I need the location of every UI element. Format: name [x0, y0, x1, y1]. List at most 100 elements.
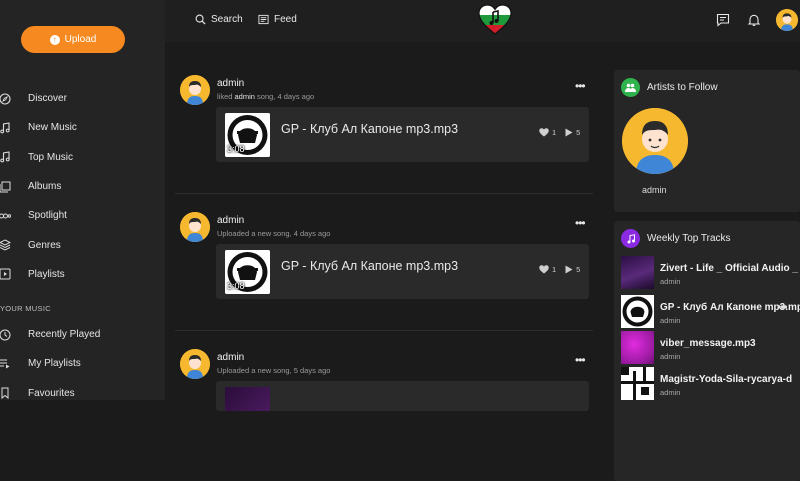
- music-note-icon: [621, 229, 640, 248]
- search-button[interactable]: Search: [195, 14, 243, 25]
- avatar-face-icon: [776, 9, 798, 31]
- track-title[interactable]: Zivert - Life _ Official Audio _: [660, 263, 798, 274]
- nav-discover[interactable]: Discover: [0, 84, 165, 113]
- artist-name[interactable]: admin: [642, 185, 667, 195]
- artist-avatar[interactable]: [622, 108, 688, 174]
- post-meta: liked admin song, 4 days ago: [217, 92, 314, 101]
- meta-text: song, 4 days ago: [254, 92, 315, 101]
- artists-panel: Artists to Follow admin: [614, 70, 800, 212]
- compass-icon: [0, 93, 28, 105]
- panel-header: Weekly Top Tracks: [621, 229, 731, 248]
- upload-icon: ↑: [49, 34, 60, 45]
- nav-label: My Playlists: [28, 358, 81, 370]
- more-options-icon[interactable]: •••: [777, 300, 788, 314]
- more-options-icon[interactable]: •••: [575, 216, 586, 230]
- nav-label: Albums: [28, 181, 62, 193]
- logo-heart-icon[interactable]: [478, 4, 512, 36]
- song-card[interactable]: [216, 381, 589, 411]
- track-thumbnail: [621, 367, 654, 400]
- playlist-add-icon: [0, 358, 28, 370]
- my-music-nav: Recently Played My Playlists Favourites: [0, 320, 165, 408]
- nav-new-music[interactable]: New Music: [0, 113, 165, 142]
- nav-playlists[interactable]: Playlists: [0, 260, 165, 289]
- nav-spotlight[interactable]: Spotlight: [0, 201, 165, 230]
- nav-label: Discover: [28, 93, 67, 105]
- song-stats: 1 5: [539, 128, 580, 137]
- post-username[interactable]: admin: [217, 352, 244, 363]
- bell-icon[interactable]: [747, 13, 761, 27]
- avatar[interactable]: [180, 212, 210, 242]
- nav-label: Recently Played: [28, 329, 101, 341]
- play-icon[interactable]: [565, 265, 573, 274]
- post-meta: Uploaded a new song, 4 days ago: [217, 229, 331, 238]
- user-avatar[interactable]: [776, 9, 798, 31]
- bookmark-icon: [0, 387, 28, 400]
- song-title[interactable]: GP - Клуб Ал Капоне mp3.mp3: [281, 259, 458, 273]
- avatar[interactable]: [180, 349, 210, 379]
- track-thumbnail: [621, 295, 654, 328]
- upload-button[interactable]: ↑ Upload: [21, 26, 125, 53]
- more-options-icon[interactable]: •••: [575, 353, 586, 367]
- nav-my-playlists[interactable]: My Playlists: [0, 349, 165, 378]
- nav-label: New Music: [28, 122, 77, 134]
- section-label-your-music: YOUR MUSIC: [0, 304, 51, 313]
- avatar[interactable]: [180, 75, 210, 105]
- upload-label: Upload: [64, 34, 97, 45]
- panel-title: Weekly Top Tracks: [647, 233, 731, 244]
- song-stats: 1 5: [539, 265, 580, 274]
- nav-albums[interactable]: Albums: [0, 172, 165, 201]
- nav-genres[interactable]: Genres: [0, 230, 165, 259]
- history-icon: [0, 329, 28, 341]
- heart-icon[interactable]: [539, 128, 549, 137]
- track-thumbnail: [621, 256, 654, 289]
- main-nav: Discover New Music Top Music Albums Spot…: [0, 84, 165, 289]
- nav-label: Top Music: [28, 151, 74, 163]
- panel-header: Artists to Follow: [621, 78, 718, 97]
- avatar-face-icon: [622, 108, 688, 174]
- track-item[interactable]: Zivert - Life _ Official Audio _ admin: [621, 256, 800, 289]
- feed-button[interactable]: Feed: [258, 14, 297, 25]
- track-artist[interactable]: admin: [660, 277, 680, 286]
- nav-label: Favourites: [28, 387, 75, 399]
- track-artist[interactable]: admin: [660, 352, 680, 361]
- avatar-face-icon: [180, 212, 210, 242]
- post-username[interactable]: admin: [217, 78, 244, 89]
- track-title[interactable]: Magistr-Yoda-Sila-rycarya-d: [660, 374, 792, 385]
- play-icon[interactable]: [565, 128, 573, 137]
- likes-count: 1: [552, 128, 557, 137]
- more-options-icon[interactable]: •••: [575, 79, 586, 93]
- track-artist[interactable]: admin: [660, 316, 680, 325]
- track-artist[interactable]: admin: [660, 388, 680, 397]
- nav-recently-played[interactable]: Recently Played: [0, 320, 165, 349]
- duration: 3:08: [227, 144, 245, 154]
- avatar-face-icon: [180, 349, 210, 379]
- song-card[interactable]: 3:08 GP - Клуб Ал Капоне mp3.mp3 1 5: [216, 107, 589, 162]
- messages-icon[interactable]: [716, 13, 730, 27]
- track-item[interactable]: Magistr-Yoda-Sila-rycarya-d admin: [621, 367, 800, 400]
- track-item[interactable]: GP - Клуб Ал Капоне mp3.mp3 admin •••: [621, 295, 800, 328]
- track-item[interactable]: viber_message.mp3 admin: [621, 331, 800, 364]
- track-title[interactable]: viber_message.mp3: [660, 338, 756, 349]
- music-note-icon: [0, 122, 28, 134]
- plays-count: 5: [576, 128, 581, 137]
- crossword-art-icon: [621, 367, 654, 400]
- search-label: Search: [211, 14, 243, 25]
- heart-icon[interactable]: [539, 265, 549, 274]
- song-card[interactable]: 3:08 GP - Клуб Ал Капоне mp3.mp3 1 5: [216, 244, 589, 299]
- nav-label: Spotlight: [28, 210, 67, 222]
- post-username[interactable]: admin: [217, 215, 244, 226]
- nav-label: Genres: [28, 239, 61, 251]
- feed-icon: [258, 14, 269, 25]
- meta-user[interactable]: admin: [235, 92, 255, 101]
- activity-feed: admin liked admin song, 4 days ago ••• 3…: [165, 42, 603, 411]
- song-title[interactable]: GP - Клуб Ал Капоне mp3.mp3: [281, 122, 458, 136]
- al-capone-logo-icon: [622, 296, 653, 327]
- divider: [175, 330, 593, 331]
- nav-top-music[interactable]: Top Music: [0, 143, 165, 172]
- nav-favourites[interactable]: Favourites: [0, 379, 165, 408]
- sidebar: ↑ Upload Discover New Music Top Music Al…: [0, 0, 165, 400]
- panel-title: Artists to Follow: [647, 82, 718, 93]
- nav-label: Playlists: [28, 268, 65, 280]
- music-note-icon: [0, 151, 28, 163]
- album-cover: [225, 387, 270, 411]
